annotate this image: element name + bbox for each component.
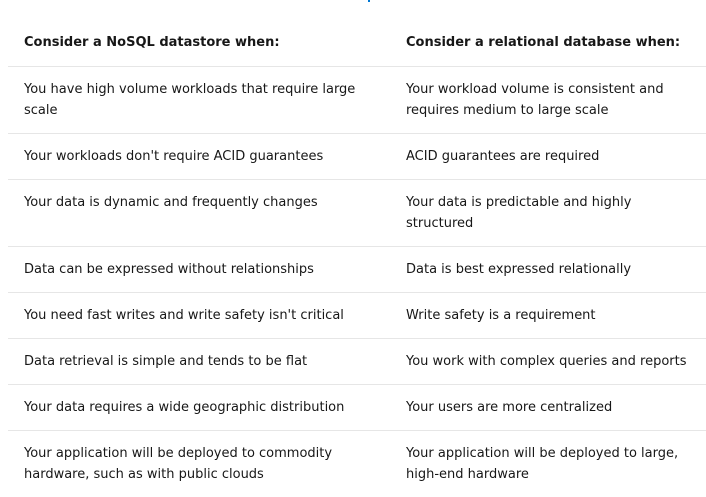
table-row: Your data is dynamic and frequently chan… xyxy=(8,180,706,247)
cell-relational: Your application will be deployed to lar… xyxy=(390,431,706,497)
header-nosql: Consider a NoSQL datastore when: xyxy=(8,20,390,67)
comparison-table: Consider a NoSQL datastore when: Conside… xyxy=(8,20,706,497)
cell-relational: Your users are more centralized xyxy=(390,385,706,431)
cell-relational: Write safety is a requirement xyxy=(390,293,706,339)
cell-nosql: Data retrieval is simple and tends to be… xyxy=(8,339,390,385)
cell-nosql: You need fast writes and write safety is… xyxy=(8,293,390,339)
table-row: Your data requires a wide geographic dis… xyxy=(8,385,706,431)
cell-relational: Your data is predictable and highly stru… xyxy=(390,180,706,247)
cell-relational: Data is best expressed relationally xyxy=(390,247,706,293)
top-edge-marker xyxy=(368,0,370,2)
cell-nosql: Your data requires a wide geographic dis… xyxy=(8,385,390,431)
table-header-row: Consider a NoSQL datastore when: Conside… xyxy=(8,20,706,67)
table-row: You have high volume workloads that requ… xyxy=(8,67,706,134)
cell-relational: Your workload volume is consistent and r… xyxy=(390,67,706,134)
cell-nosql: Your data is dynamic and frequently chan… xyxy=(8,180,390,247)
table-row: You need fast writes and write safety is… xyxy=(8,293,706,339)
table-row: Your application will be deployed to com… xyxy=(8,431,706,497)
cell-relational: You work with complex queries and report… xyxy=(390,339,706,385)
cell-nosql: You have high volume workloads that requ… xyxy=(8,67,390,134)
header-relational: Consider a relational database when: xyxy=(390,20,706,67)
cell-nosql: Your workloads don't require ACID guaran… xyxy=(8,134,390,180)
table-row: Data retrieval is simple and tends to be… xyxy=(8,339,706,385)
table-row: Data can be expressed without relationsh… xyxy=(8,247,706,293)
table-row: Your workloads don't require ACID guaran… xyxy=(8,134,706,180)
cell-nosql: Data can be expressed without relationsh… xyxy=(8,247,390,293)
cell-nosql: Your application will be deployed to com… xyxy=(8,431,390,497)
cell-relational: ACID guarantees are required xyxy=(390,134,706,180)
